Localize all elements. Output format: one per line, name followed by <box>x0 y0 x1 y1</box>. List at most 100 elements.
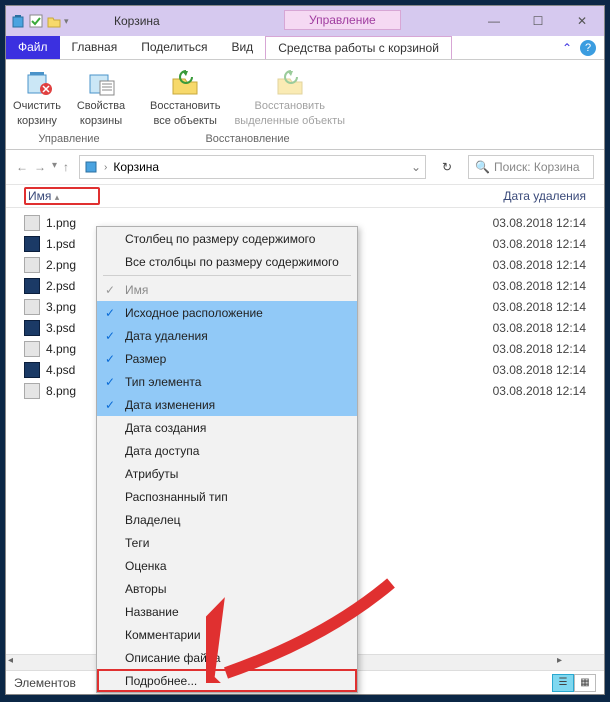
menu-col-rating[interactable]: Оценка <box>97 554 357 577</box>
minimize-button[interactable]: — <box>472 6 516 36</box>
ribbon-group-manage: Очистить корзину Свойства корзины Управл… <box>12 66 126 149</box>
ribbon-collapse-icon[interactable]: ⌃ <box>562 41 572 55</box>
menu-col-file-description[interactable]: Описание файла <box>97 646 357 669</box>
menu-separator <box>103 275 351 276</box>
navigation-bar: ← → ▾ ↑ › Корзина ⌄ ↻ 🔍 Поиск: Корзина <box>6 150 604 184</box>
tab-file[interactable]: Файл <box>6 36 60 59</box>
ribbon-tabs: Файл Главная Поделиться Вид Средства раб… <box>6 36 604 60</box>
menu-col-tags[interactable]: Теги <box>97 531 357 554</box>
view-icons-button[interactable]: ▦ <box>574 674 596 692</box>
menu-size-all-columns-to-fit[interactable]: Все столбцы по размеру содержимого <box>97 250 357 273</box>
menu-col-date-created[interactable]: Дата создания <box>97 416 357 439</box>
nav-arrows: ← → ▾ ↑ <box>16 160 69 174</box>
restore-selected-icon <box>274 66 306 98</box>
menu-col-owner[interactable]: Владелец <box>97 508 357 531</box>
close-button[interactable]: ✕ <box>560 6 604 36</box>
search-box[interactable]: 🔍 Поиск: Корзина <box>468 155 594 179</box>
help-icon[interactable]: ? <box>580 40 596 56</box>
ribbon-help: ⌃ ? <box>562 36 604 59</box>
nav-forward-button[interactable]: → <box>34 160 46 174</box>
restore-selected-button[interactable]: Восстановить выделенные объекты <box>234 66 345 127</box>
address-dropdown-icon[interactable]: ⌄ <box>411 160 421 174</box>
nav-up-button[interactable]: ↑ <box>63 160 69 174</box>
menu-col-size[interactable]: ✓Размер <box>97 347 357 370</box>
menu-size-column-to-fit[interactable]: Столбец по размеру содержимого <box>97 227 357 250</box>
file-type-icon <box>24 341 40 357</box>
titlebar[interactable]: ▾ Корзина Управление — ☐ ✕ <box>6 6 604 36</box>
sort-asc-icon: ▴ <box>55 192 60 202</box>
menu-col-detected-type[interactable]: Распознанный тип <box>97 485 357 508</box>
check-icon: ✓ <box>105 352 115 366</box>
check-icon: ✓ <box>105 283 115 297</box>
file-type-icon <box>24 362 40 378</box>
check-icon: ✓ <box>105 398 115 412</box>
column-header-name[interactable]: Имя ▴ <box>24 187 100 205</box>
empty-bin-icon <box>21 66 53 98</box>
file-type-icon <box>24 215 40 231</box>
refresh-button[interactable]: ↻ <box>436 160 458 174</box>
address-bar[interactable]: › Корзина ⌄ <box>79 155 426 179</box>
nav-back-button[interactable]: ← <box>16 160 28 174</box>
ribbon-content: Очистить корзину Свойства корзины Управл… <box>6 60 604 150</box>
file-type-icon <box>24 299 40 315</box>
file-date-deleted: 03.08.2018 12:14 <box>493 216 586 230</box>
menu-col-name[interactable]: ✓Имя <box>97 278 357 301</box>
column-context-menu: Столбец по размеру содержимого Все столб… <box>96 226 358 693</box>
file-date-deleted: 03.08.2018 12:14 <box>493 363 586 377</box>
qat-overflow-icon[interactable]: ▾ <box>64 16 69 27</box>
file-type-icon <box>24 236 40 252</box>
breadcrumb-item[interactable]: Корзина <box>113 160 159 174</box>
file-type-icon <box>24 278 40 294</box>
recycle-bin-icon <box>10 13 26 29</box>
menu-col-attributes[interactable]: Атрибуты <box>97 462 357 485</box>
menu-col-original-location[interactable]: ✓Исходное расположение <box>97 301 357 324</box>
restore-all-button[interactable]: Восстановить все объекты <box>150 66 220 127</box>
tab-recycle-tools[interactable]: Средства работы с корзиной <box>265 36 452 59</box>
window-title: Корзина <box>114 14 160 28</box>
menu-col-date-accessed[interactable]: Дата доступа <box>97 439 357 462</box>
file-date-deleted: 03.08.2018 12:14 <box>493 258 586 272</box>
tab-view[interactable]: Вид <box>219 36 265 59</box>
menu-col-comments[interactable]: Комментарии <box>97 623 357 646</box>
menu-col-date-deleted[interactable]: ✓Дата удаления <box>97 324 357 347</box>
qat-folder-icon[interactable] <box>46 13 62 29</box>
view-details-button[interactable]: ☰ <box>552 674 574 692</box>
ribbon-group-manage-label: Управление <box>38 133 99 145</box>
search-icon: 🔍 <box>475 160 490 174</box>
column-header-date[interactable]: Дата удаления <box>503 189 586 203</box>
qat-checkbox-icon[interactable] <box>28 13 44 29</box>
file-type-icon <box>24 383 40 399</box>
file-date-deleted: 03.08.2018 12:14 <box>493 300 586 314</box>
menu-col-authors[interactable]: Авторы <box>97 577 357 600</box>
menu-col-title[interactable]: Название <box>97 600 357 623</box>
search-placeholder: Поиск: Корзина <box>494 160 580 174</box>
bin-properties-button[interactable]: Свойства корзины <box>76 66 126 127</box>
maximize-button[interactable]: ☐ <box>516 6 560 36</box>
ribbon-context-tab-header: Управление <box>284 10 401 30</box>
restore-all-icon <box>169 66 201 98</box>
tab-home[interactable]: Главная <box>60 36 130 59</box>
file-date-deleted: 03.08.2018 12:14 <box>493 384 586 398</box>
recycle-bin-breadcrumb-icon <box>84 159 98 176</box>
menu-col-date-modified[interactable]: ✓Дата изменения <box>97 393 357 416</box>
check-icon: ✓ <box>105 306 115 320</box>
tab-share[interactable]: Поделиться <box>129 36 219 59</box>
menu-more[interactable]: Подробнее... <box>97 669 357 692</box>
check-icon: ✓ <box>105 329 115 343</box>
file-type-icon <box>24 320 40 336</box>
column-headers: Имя ▴ Дата удаления <box>6 184 604 208</box>
file-date-deleted: 03.08.2018 12:14 <box>493 321 586 335</box>
breadcrumb-chevron-icon[interactable]: › <box>104 162 107 173</box>
file-type-icon <box>24 257 40 273</box>
file-date-deleted: 03.08.2018 12:14 <box>493 342 586 356</box>
check-icon: ✓ <box>105 375 115 389</box>
ribbon-group-restore-label: Восстановление <box>205 133 289 145</box>
menu-col-item-type[interactable]: ✓Тип элемента <box>97 370 357 393</box>
file-date-deleted: 03.08.2018 12:14 <box>493 237 586 251</box>
ribbon-group-restore: Восстановить все объекты Восстановить вы… <box>150 66 345 149</box>
empty-recycle-bin-button[interactable]: Очистить корзину <box>12 66 62 127</box>
window-buttons: — ☐ ✕ <box>472 6 604 36</box>
status-item-count: Элементов <box>14 676 76 690</box>
nav-history-button[interactable]: ▾ <box>52 160 57 174</box>
file-date-deleted: 03.08.2018 12:14 <box>493 279 586 293</box>
